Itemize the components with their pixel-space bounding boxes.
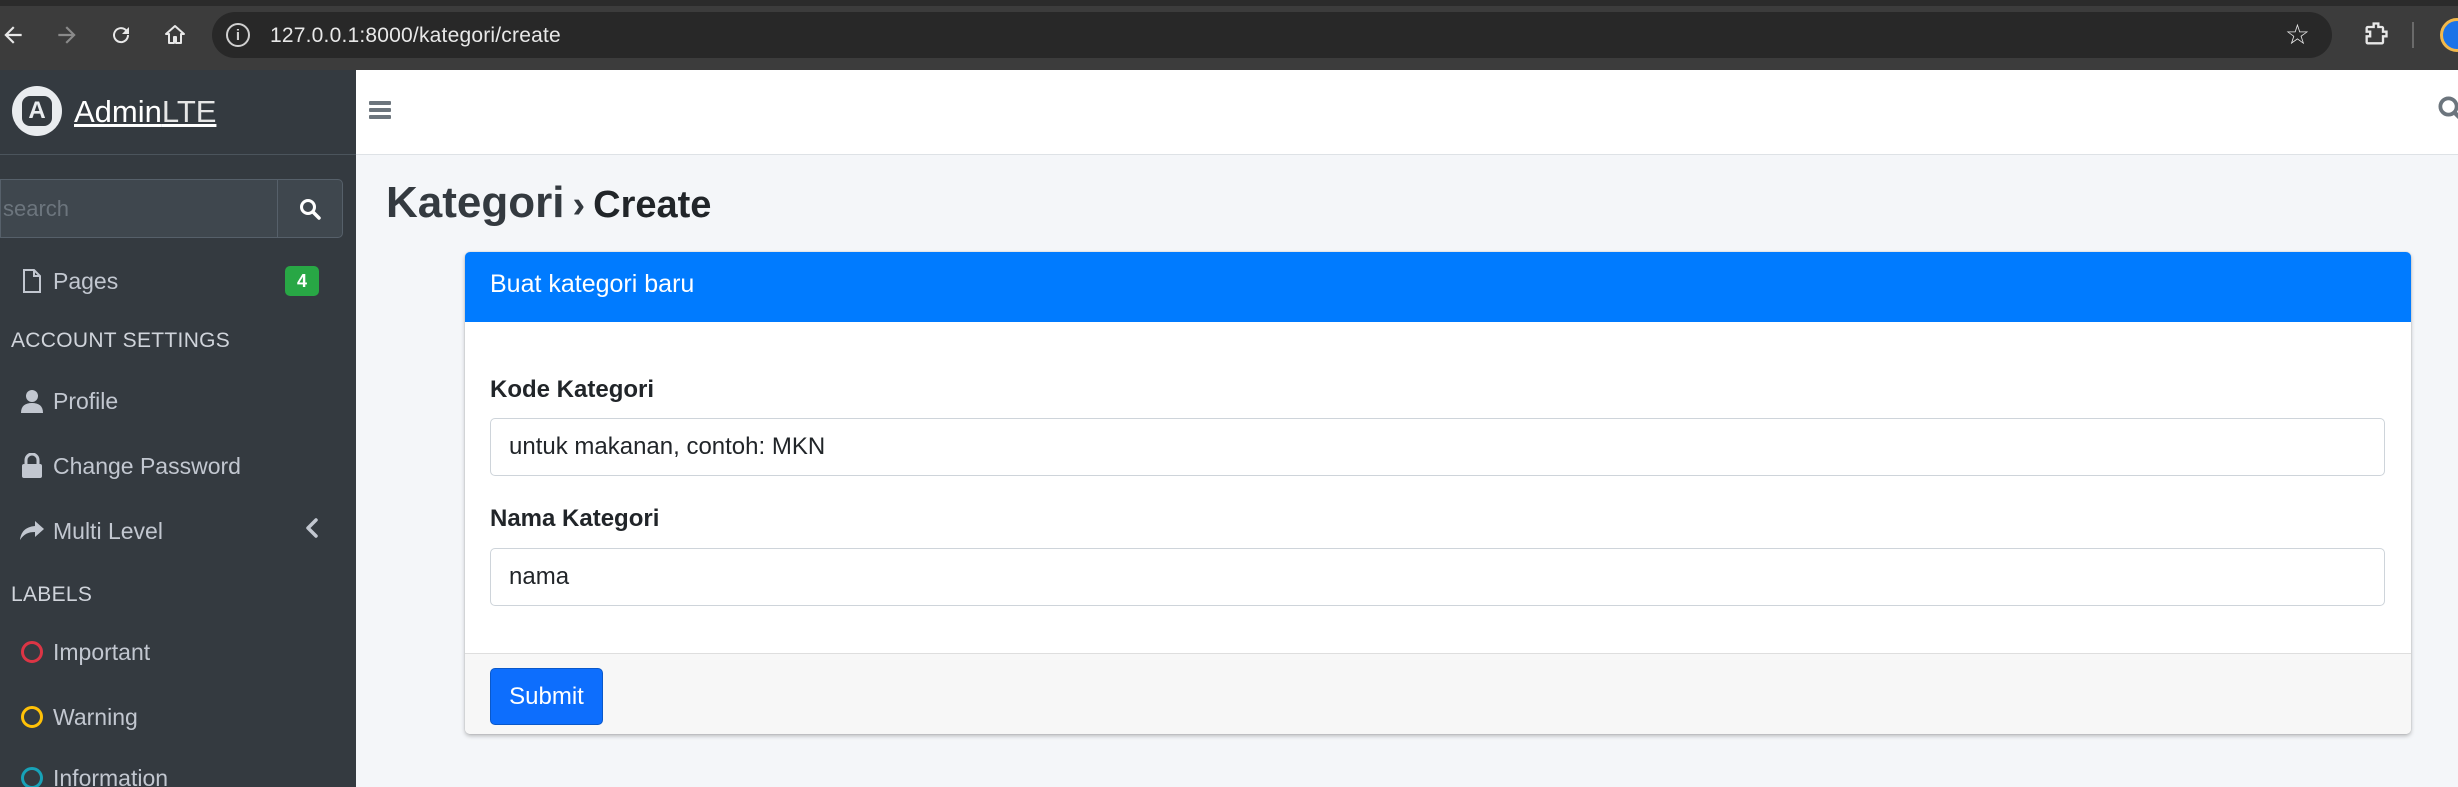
- page-title-separator: ›: [572, 184, 586, 226]
- page-title-sub: Create: [593, 184, 712, 226]
- forward-icon[interactable]: [50, 18, 84, 52]
- sidebar-item-change-password[interactable]: Change Password: [0, 438, 356, 494]
- site-info-icon[interactable]: i: [226, 23, 250, 47]
- sidebar-item-important[interactable]: Important: [0, 624, 356, 680]
- browser-toolbar: i 127.0.0.1:8000/kategori/create ☆: [0, 0, 2458, 70]
- sidebar-item-profile[interactable]: Profile: [0, 373, 356, 429]
- sidebar-item-multi-level[interactable]: Multi Level: [0, 503, 356, 559]
- sidebar-item-label: Multi Level: [53, 517, 163, 544]
- search-icon: [300, 198, 321, 220]
- top-navbar: [356, 70, 2458, 155]
- brand-text-light: LTE: [161, 94, 217, 129]
- sidebar-item-information[interactable]: Information: [0, 750, 356, 787]
- brand-logo-icon: A: [12, 86, 62, 136]
- sidebar-search-button[interactable]: [277, 179, 343, 238]
- lock-icon: [18, 452, 46, 480]
- sidebar-item-label: Pages: [53, 267, 119, 294]
- profile-avatar[interactable]: [2440, 18, 2458, 52]
- submit-button[interactable]: Submit: [490, 668, 603, 725]
- reload-icon[interactable]: [104, 18, 138, 52]
- chevron-left-icon[interactable]: [305, 517, 319, 545]
- circle-icon-warning: [18, 703, 46, 731]
- section-header-labels: LABELS: [11, 583, 93, 606]
- page-title-main: Kategori: [386, 178, 565, 227]
- sidebar-item-label: Important: [53, 638, 151, 665]
- navbar-search-icon[interactable]: [2436, 94, 2458, 129]
- back-icon[interactable]: [0, 18, 30, 52]
- page-title: Kategori › Create: [386, 178, 711, 228]
- sidebar-search-input[interactable]: [0, 179, 278, 238]
- sidebar-search: [0, 179, 343, 238]
- sidebar-item-label: Information: [53, 764, 169, 787]
- file-icon: [18, 267, 46, 295]
- section-header-account-settings: ACCOUNT SETTINGS: [11, 329, 231, 352]
- card-header: Buat kategori baru: [465, 252, 2411, 322]
- kode-kategori-label: Kode Kategori: [490, 376, 655, 403]
- url-text[interactable]: 127.0.0.1:8000/kategori/create: [270, 24, 561, 48]
- user-icon: [18, 387, 46, 415]
- card-footer: Submit: [465, 653, 2411, 734]
- kode-kategori-input[interactable]: [490, 418, 2385, 476]
- pages-count-badge: 4: [285, 266, 319, 296]
- brand-text[interactable]: AdminLTE: [74, 94, 216, 130]
- address-bar[interactable]: i 127.0.0.1:8000/kategori/create ☆: [212, 12, 2332, 58]
- extensions-icon[interactable]: [2358, 16, 2394, 52]
- nama-kategori-label: Nama Kategori: [490, 505, 660, 532]
- hamburger-menu-icon[interactable]: [366, 96, 396, 126]
- sidebar-item-label: Profile: [53, 387, 119, 414]
- share-icon: [18, 517, 46, 545]
- sidebar-item-label: Change Password: [53, 452, 241, 479]
- tab-strip: [0, 0, 2458, 6]
- nama-kategori-input[interactable]: [490, 548, 2385, 606]
- bookmark-star-icon[interactable]: ☆: [2285, 18, 2310, 51]
- sidebar-item-pages[interactable]: Pages 4: [0, 253, 356, 309]
- home-icon[interactable]: [158, 18, 192, 52]
- brand-text-bold: Admin: [74, 94, 162, 129]
- circle-icon-information: [18, 764, 46, 787]
- brand-link[interactable]: A AdminLTE: [0, 70, 356, 155]
- toolbar-divider: [2412, 22, 2414, 48]
- sidebar-item-label: Warning: [53, 703, 138, 730]
- sidebar: A AdminLTE Pages 4 ACCOUNT SETTINGS Prof…: [0, 70, 356, 787]
- circle-icon-important: [18, 638, 46, 666]
- sidebar-item-warning[interactable]: Warning: [0, 689, 356, 745]
- create-category-card: Buat kategori baru Kode Kategori Nama Ka…: [465, 252, 2411, 734]
- card-title: Buat kategori baru: [490, 270, 695, 298]
